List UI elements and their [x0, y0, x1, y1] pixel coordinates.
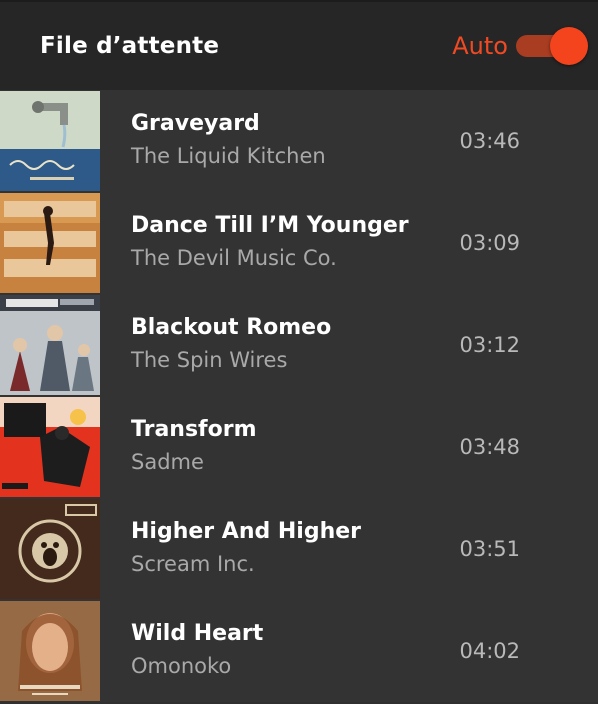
- album-cover: [0, 295, 100, 395]
- queue-item[interactable]: Dance Till I’M Younger The Devil Music C…: [0, 192, 598, 294]
- queue-panel: File d’attente Auto Graveyard The Liquid…: [0, 0, 598, 704]
- track-artist: The Liquid Kitchen: [131, 144, 326, 168]
- queue-title: File d’attente: [40, 33, 220, 59]
- album-cover: [0, 91, 100, 191]
- track-duration: 03:09: [459, 231, 520, 255]
- track-duration: 03:12: [459, 333, 520, 357]
- queue-item[interactable]: Wild Heart Omonoko 04:02: [0, 600, 598, 702]
- track-artist: The Spin Wires: [131, 348, 288, 372]
- track-artist: Scream Inc.: [131, 552, 255, 576]
- track-duration: 03:48: [459, 435, 520, 459]
- track-artist: Omonoko: [131, 654, 232, 678]
- track-artist: Sadme: [131, 450, 204, 474]
- auto-label: Auto: [452, 32, 508, 60]
- album-cover: [0, 397, 100, 497]
- auto-toggle-control[interactable]: Auto: [452, 26, 588, 66]
- track-title: Wild Heart: [131, 621, 264, 646]
- track-duration: 03:51: [459, 537, 520, 561]
- track-info: Graveyard The Liquid Kitchen: [100, 109, 410, 173]
- track-info: Blackout Romeo The Spin Wires: [100, 313, 410, 377]
- queue-item[interactable]: Graveyard The Liquid Kitchen 03:46: [0, 90, 598, 192]
- track-title: Blackout Romeo: [131, 315, 332, 340]
- auto-toggle[interactable]: [516, 26, 588, 66]
- track-duration: 04:02: [459, 639, 520, 663]
- track-info: Dance Till I’M Younger The Devil Music C…: [100, 211, 410, 275]
- track-info: Transform Sadme: [100, 415, 410, 479]
- album-cover: [0, 193, 100, 293]
- queue-header: File d’attente Auto: [0, 0, 598, 90]
- album-cover: [0, 601, 100, 701]
- track-info: Higher And Higher Scream Inc.: [100, 517, 410, 581]
- track-title: Transform: [131, 417, 257, 442]
- queue-item[interactable]: Higher And Higher Scream Inc. 03:51: [0, 498, 598, 600]
- track-artist: The Devil Music Co.: [131, 246, 337, 270]
- toggle-knob[interactable]: [550, 27, 588, 65]
- album-cover: [0, 499, 100, 599]
- queue-item[interactable]: Blackout Romeo The Spin Wires 03:12: [0, 294, 598, 396]
- queue-list: Graveyard The Liquid Kitchen 03:46 Dance…: [0, 90, 598, 702]
- track-title: Dance Till I’M Younger: [131, 213, 409, 238]
- track-title: Graveyard: [131, 111, 260, 136]
- track-duration: 03:46: [459, 129, 520, 153]
- queue-item[interactable]: Transform Sadme 03:48: [0, 396, 598, 498]
- track-info: Wild Heart Omonoko: [100, 619, 410, 683]
- track-title: Higher And Higher: [131, 519, 362, 544]
